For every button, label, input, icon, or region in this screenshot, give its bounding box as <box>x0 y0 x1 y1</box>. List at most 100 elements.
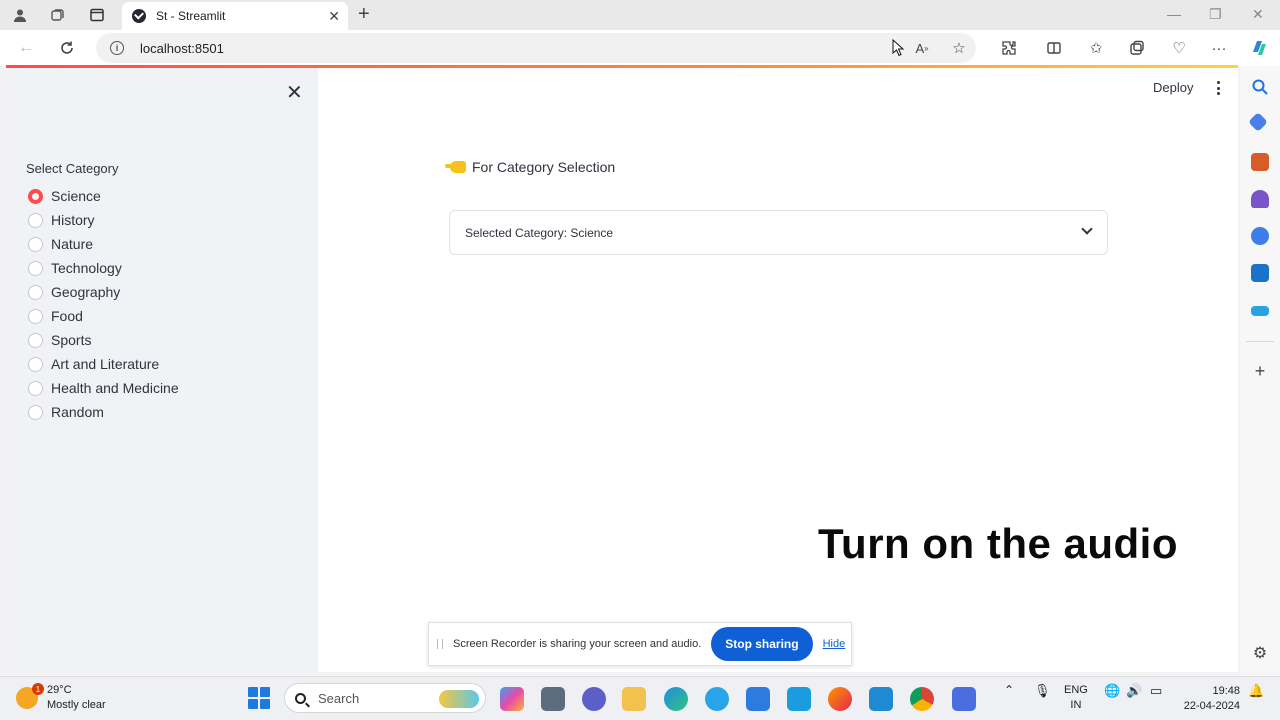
microphone-icon[interactable]: 🎙 <box>1034 683 1051 698</box>
deploy-button[interactable]: Deploy <box>1153 80 1193 95</box>
teams-icon[interactable] <box>582 687 606 711</box>
new-tab-icon[interactable]: + <box>358 3 370 26</box>
pointing-hand-icon <box>445 161 466 173</box>
category-radio-group: Science History Nature Technology Geogra… <box>28 184 179 424</box>
selectbox-value: Selected Category: Science <box>465 225 614 240</box>
radio-history[interactable]: History <box>28 208 179 232</box>
network-globe-icon[interactable]: 🌐 <box>1104 683 1120 698</box>
radio-empty-icon <box>28 332 43 348</box>
chevron-down-icon <box>1081 223 1093 235</box>
myhp-icon[interactable] <box>787 687 811 711</box>
category-selectbox[interactable]: Selected Category: Science <box>449 210 1108 255</box>
taskbar-search-box[interactable]: Search <box>284 683 486 713</box>
mouse-cursor-icon <box>888 37 910 59</box>
task-view-icon[interactable] <box>541 687 565 711</box>
shopping-tag-icon[interactable] <box>1248 112 1268 132</box>
add-icon[interactable]: + <box>1251 362 1269 380</box>
microsoft-store-icon[interactable] <box>746 687 770 711</box>
language-code: ENG <box>1064 684 1088 696</box>
file-explorer-icon[interactable] <box>622 687 646 711</box>
system-clock[interactable]: 19:48 22-04-2024 <box>1178 684 1240 714</box>
outlook-icon[interactable] <box>1251 264 1269 282</box>
radio-food[interactable]: Food <box>28 304 179 328</box>
search-icon <box>295 692 306 704</box>
weather-widget[interactable]: 1 29°C Mostly clear <box>16 683 106 713</box>
main-content: Deploy For Category Selection Selected C… <box>318 68 1238 672</box>
windows-start-icon[interactable] <box>248 687 270 709</box>
search-icon[interactable] <box>1251 78 1269 96</box>
radio-sports[interactable]: Sports <box>28 328 179 352</box>
address-bar[interactable]: i localhost:8501 <box>96 33 976 63</box>
microsoft365-icon[interactable] <box>1251 227 1269 245</box>
vscode-icon[interactable] <box>869 687 893 711</box>
radio-random[interactable]: Random <box>28 400 179 424</box>
favorites-icon[interactable]: ✩ <box>1085 37 1107 59</box>
weather-sun-icon: 1 <box>16 683 44 709</box>
radio-empty-icon <box>28 236 43 252</box>
sidebar: ✕ Select Category Science History Nature… <box>6 68 318 672</box>
drop-icon[interactable] <box>1251 306 1269 316</box>
radio-empty-icon <box>28 260 43 276</box>
radio-nature[interactable]: Nature <box>28 232 179 256</box>
streamlit-favicon-icon <box>132 9 146 23</box>
profile-icon[interactable] <box>9 5 31 25</box>
chrome-icon[interactable] <box>910 687 934 711</box>
tools-briefcase-icon[interactable] <box>1251 153 1269 171</box>
extensions-icon[interactable] <box>998 37 1020 59</box>
volume-icon[interactable]: 🔊 <box>1126 683 1142 698</box>
recorder-message: Screen Recorder is sharing your screen a… <box>453 638 702 650</box>
temperature: 29°C <box>47 684 72 696</box>
refresh-icon[interactable] <box>55 36 79 60</box>
collections-icon[interactable] <box>1126 37 1148 59</box>
browser-tab-strip: St - Streamlit ✕ + — ❐ ✕ <box>0 0 1280 30</box>
radio-technology[interactable]: Technology <box>28 256 179 280</box>
workspaces-icon[interactable] <box>47 5 69 25</box>
hide-link[interactable]: Hide <box>823 638 846 650</box>
tab-actions-icon[interactable] <box>86 5 108 25</box>
edge-browser-icon[interactable] <box>664 687 688 711</box>
section-title: For Category Selection <box>445 159 615 175</box>
radio-art-and-literature[interactable]: Art and Literature <box>28 352 179 376</box>
read-aloud-icon[interactable]: A» <box>911 37 933 59</box>
browser-essentials-icon[interactable]: ♡ <box>1168 37 1190 59</box>
radio-science[interactable]: Science <box>28 184 179 208</box>
category-radio-label: Select Category <box>26 161 119 176</box>
tab-streamlit[interactable]: St - Streamlit ✕ <box>122 2 348 30</box>
radio-empty-icon <box>28 284 43 300</box>
favorite-star-icon[interactable]: ☆ <box>948 37 970 59</box>
split-screen-icon[interactable] <box>1043 37 1065 59</box>
help-app-icon[interactable] <box>705 687 729 711</box>
copilot-app-icon[interactable] <box>500 687 524 711</box>
sidebar-settings-gear-icon[interactable]: ⚙ <box>1251 645 1269 663</box>
battery-icon[interactable]: ▭ <box>1150 683 1162 698</box>
search-highlight-icon <box>439 690 479 708</box>
radio-label: History <box>51 212 95 228</box>
streamlit-app: ✕ Select Category Science History Nature… <box>6 68 1238 672</box>
minimize-icon[interactable]: — <box>1167 6 1181 22</box>
radio-empty-icon <box>28 308 43 324</box>
screen-recorder-app-icon[interactable] <box>952 687 976 711</box>
stop-sharing-button[interactable]: Stop sharing <box>711 627 813 661</box>
copilot-icon[interactable] <box>1248 37 1270 59</box>
restore-icon[interactable]: ❐ <box>1209 6 1222 23</box>
radio-label: Nature <box>51 236 94 252</box>
window-close-icon[interactable]: ✕ <box>1252 6 1264 23</box>
games-icon[interactable] <box>1251 190 1269 208</box>
screen-recorder-bar: Screen Recorder is sharing your screen a… <box>428 622 852 666</box>
close-tab-icon[interactable]: ✕ <box>328 8 340 25</box>
back-arrow-icon[interactable]: ← <box>14 36 38 60</box>
radio-geography[interactable]: Geography <box>28 280 179 304</box>
radio-empty-icon <box>28 380 43 396</box>
firefox-icon[interactable] <box>828 687 852 711</box>
show-hidden-icons-chevron-up-icon[interactable]: ⌃ <box>1004 683 1014 698</box>
settings-more-icon[interactable]: ··· <box>1208 37 1230 59</box>
language-indicator[interactable]: ENG IN <box>1064 683 1088 713</box>
radio-empty-icon <box>28 212 43 228</box>
radio-health-and-medicine[interactable]: Health and Medicine <box>28 376 179 400</box>
sidebar-close-icon[interactable]: ✕ <box>286 80 303 105</box>
tab-title: St - Streamlit <box>156 9 226 23</box>
site-info-icon[interactable]: i <box>110 41 124 55</box>
main-menu-icon[interactable] <box>1210 79 1226 97</box>
notification-bell-icon[interactable]: 🔔 <box>1248 683 1264 698</box>
drag-handle-icon[interactable] <box>437 639 443 649</box>
